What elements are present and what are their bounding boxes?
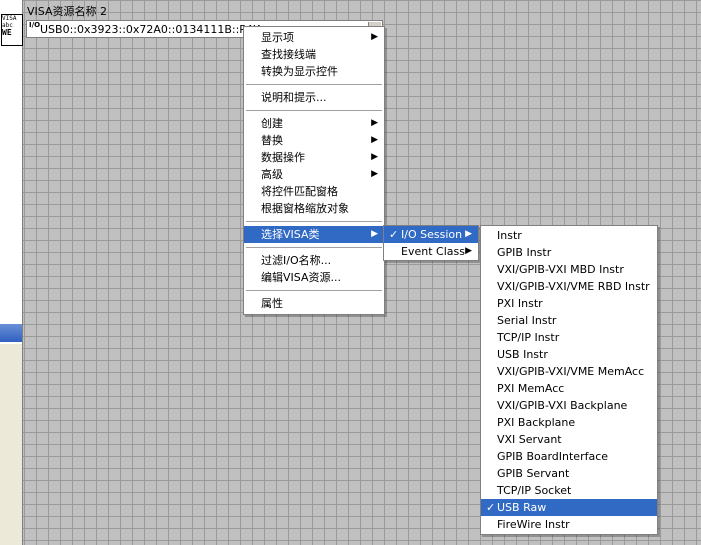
menu-item-io-session-pxi-backplane[interactable]: PXI Backplane — [481, 414, 657, 431]
menu-item-find-terminal[interactable]: 查找接线端 — [244, 46, 384, 63]
menu-item-io-session-gpib-boardinterface[interactable]: GPIB BoardInterface — [481, 448, 657, 465]
menu-item-fit-control-to-pane[interactable]: 将控件匹配窗格 — [244, 183, 384, 200]
submenu-arrow-icon: ▶ — [371, 118, 378, 128]
menu-item-io-session-gpib-servant[interactable]: GPIB Servant — [481, 465, 657, 482]
menu-separator — [246, 221, 382, 222]
visa-terminal-icon[interactable]: VISA abc WE — [1, 14, 23, 46]
check-icon: ✓ — [486, 501, 496, 514]
menu-item-advanced[interactable]: 高级 ▶ — [244, 166, 384, 183]
menu-item-io-session-tcp-ip-socket[interactable]: TCP/IP Socket — [481, 482, 657, 499]
check-icon: ✓ — [389, 228, 399, 241]
menu-item-io-session-tcp-ip-instr[interactable]: TCP/IP Instr — [481, 329, 657, 346]
menu-item-io-session-pxi-instr[interactable]: PXI Instr — [481, 295, 657, 312]
menu-item-scale-with-pane[interactable]: 根据窗格缩放对象 — [244, 200, 384, 217]
io-session-submenu: Instr GPIB Instr VXI/GPIB-VXI MBD Instr VXI… — [480, 225, 658, 535]
menu-item-replace[interactable]: 替换 ▶ — [244, 132, 384, 149]
control-label: VISA资源名称 2 — [27, 5, 107, 18]
left-panel-strip — [0, 0, 23, 545]
submenu-arrow-icon: ▶ — [371, 229, 378, 239]
menu-item-io-session-gpib-instr[interactable]: GPIB Instr — [481, 244, 657, 261]
context-menu: 显示项 ▶ 查找接线端 转换为显示控件 说明和提示... 创建 ▶ 替换 ▶ 数据操作… — [243, 26, 385, 315]
visa-icon-line3: WE — [2, 28, 12, 37]
menu-item-io-session-vxi-servant[interactable]: VXI Servant — [481, 431, 657, 448]
menu-item-select-visa-class[interactable]: 选择VISA类 ▶ — [244, 226, 384, 243]
visa-icon-line1: VISA — [2, 15, 17, 22]
submenu-arrow-icon: ▶ — [465, 246, 472, 256]
menu-item-io-session-vxi-gpib-vxi-mbd-instr[interactable]: VXI/GPIB-VXI MBD Instr — [481, 261, 657, 278]
menu-item-io-session-vxi-gpib-vxi-vme-rbd-instr[interactable]: VXI/GPIB-VXI/VME RBD Instr — [481, 278, 657, 295]
submenu-arrow-icon: ▶ — [371, 135, 378, 145]
menu-item-io-session[interactable]: ✓ I/O Session ▶ — [384, 226, 478, 243]
menu-item-data-operations[interactable]: 数据操作 ▶ — [244, 149, 384, 166]
menu-item-io-session-vxi-gpib-vxi-vme-memacc[interactable]: VXI/GPIB-VXI/VME MemAcc — [481, 363, 657, 380]
menu-item-io-session-pxi-memacc[interactable]: PXI MemAcc — [481, 380, 657, 397]
menu-item-edit-visa-resources[interactable]: 编辑VISA资源... — [244, 269, 384, 286]
menu-item-change-to-indicator[interactable]: 转换为显示控件 — [244, 63, 384, 80]
visa-resource-value[interactable]: USB0::0x3923::0x72A0::0134111B::RAW — [40, 23, 260, 36]
menu-item-io-session-firewire-instr[interactable]: FireWire Instr — [481, 516, 657, 533]
submenu-arrow-icon: ▶ — [371, 169, 378, 179]
menu-item-properties[interactable]: 属性 — [244, 295, 384, 312]
submenu-arrow-icon: ▶ — [465, 229, 472, 239]
menu-item-io-session-usb-instr[interactable]: USB Instr — [481, 346, 657, 363]
menu-item-show-items[interactable]: 显示项 ▶ — [244, 29, 384, 46]
menu-item-io-session-serial-instr[interactable]: Serial Instr — [481, 312, 657, 329]
menu-item-io-session-instr[interactable]: Instr — [481, 227, 657, 244]
menu-separator — [246, 290, 382, 291]
left-panel-titlebar — [0, 324, 22, 342]
submenu-arrow-icon: ▶ — [371, 152, 378, 162]
menu-item-event-class[interactable]: Event Class ▶ — [384, 243, 478, 260]
menu-item-io-session-vxi-gpib-vxi-backplane[interactable]: VXI/GPIB-VXI Backplane — [481, 397, 657, 414]
menu-separator — [246, 247, 382, 248]
menu-item-filter-io-names[interactable]: 过滤I/O名称... — [244, 252, 384, 269]
menu-item-create[interactable]: 创建 ▶ — [244, 115, 384, 132]
left-panel-body — [0, 344, 22, 545]
menu-separator — [246, 110, 382, 111]
io-icon: I/O — [29, 21, 41, 29]
menu-separator — [246, 84, 382, 85]
visa-class-submenu: ✓ I/O Session ▶ Event Class ▶ — [383, 225, 479, 261]
submenu-arrow-icon: ▶ — [371, 32, 378, 42]
menu-item-io-session-usb-raw[interactable]: ✓ USB Raw — [481, 499, 657, 516]
menu-item-description-tip[interactable]: 说明和提示... — [244, 89, 384, 106]
